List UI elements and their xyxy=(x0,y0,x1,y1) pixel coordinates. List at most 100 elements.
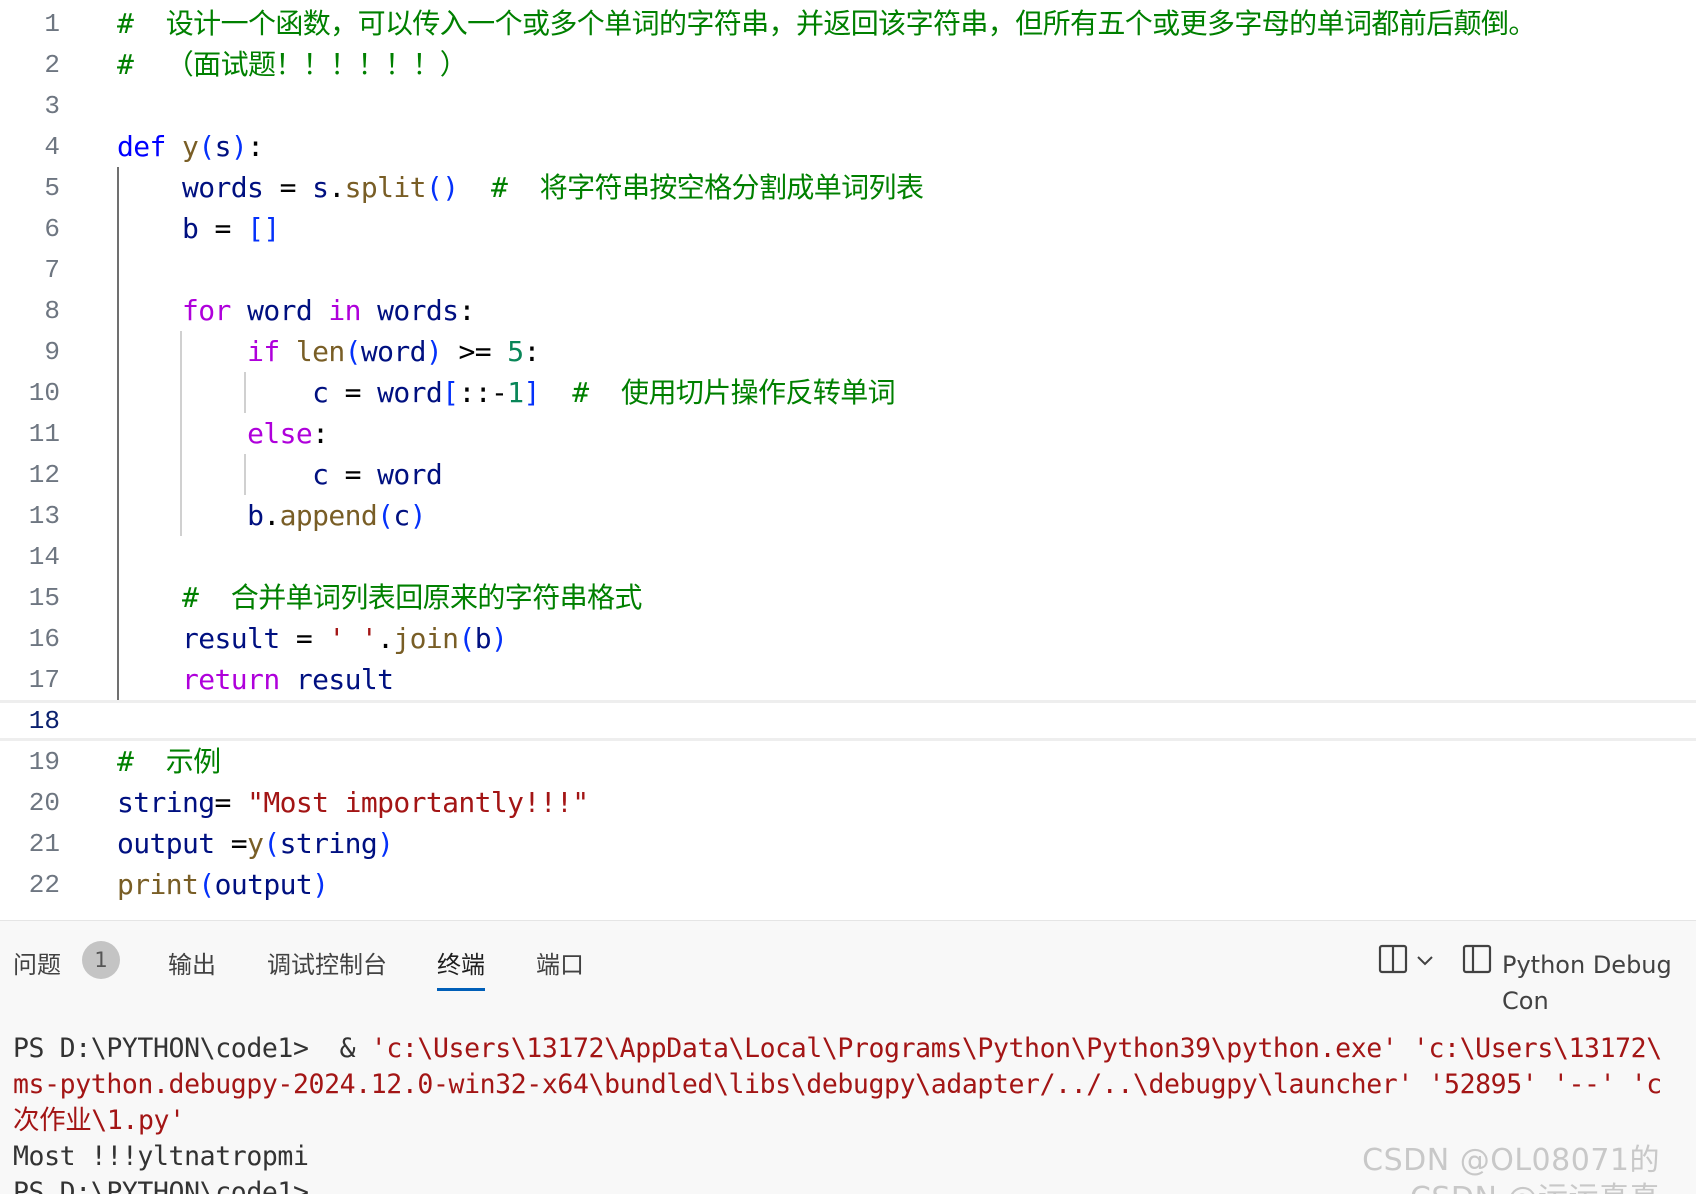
code-token: split xyxy=(344,171,427,204)
code-text: # （面试题！！！！！！） xyxy=(117,46,468,84)
code-token: ] xyxy=(523,376,540,409)
code-token: c xyxy=(312,458,329,491)
line-number: 7 xyxy=(44,255,60,285)
terminal-selector[interactable]: Python Debug Con xyxy=(1502,947,1696,1019)
line-number: 21 xyxy=(28,829,60,859)
code-token: = xyxy=(263,171,313,204)
code-editor[interactable]: 1 # 设计一个函数，可以传入一个或多个单词的字符串，并返回该字符串，但所有五个或… xyxy=(0,0,1696,920)
tab-ports[interactable]: 端口 xyxy=(536,947,584,983)
tab-problems[interactable]: 问题 xyxy=(13,947,61,983)
split-editor-icon[interactable] xyxy=(1378,943,1408,979)
line-number: 9 xyxy=(44,337,60,367)
code-text: # 设计一个函数，可以传入一个或多个单词的字符串，并返回该字符串，但所有五个或更… xyxy=(117,5,1536,43)
code-token: : xyxy=(458,294,475,327)
code-token: word xyxy=(360,335,427,368)
code-line[interactable]: 20 string= "Most importantly!!!" xyxy=(0,782,1696,823)
code-token: ) xyxy=(230,130,248,163)
code-token: b xyxy=(182,212,199,245)
code-token: [] xyxy=(247,212,280,245)
code-token: # （面试题！！！！！！） xyxy=(117,48,468,81)
code-text: c = word[::-1] # 使用切片操作反转单词 xyxy=(117,374,896,412)
code-line[interactable]: 19 # 示例 xyxy=(0,741,1696,782)
tab-terminal-label: 终端 xyxy=(437,951,485,979)
code-line[interactable]: 5 words = s.split() # 将字符串按空格分割成单词列表 xyxy=(0,167,1696,208)
code-token: = xyxy=(214,786,248,819)
active-tab-indicator xyxy=(437,988,485,991)
code-line[interactable]: 2 # （面试题！！！！！！） xyxy=(0,44,1696,85)
code-line[interactable]: 14 xyxy=(0,536,1696,577)
code-line[interactable]: 15 # 合并单词列表回原来的字符串格式 xyxy=(0,577,1696,618)
code-token: len xyxy=(295,335,345,368)
code-line[interactable]: 21 output =y(string) xyxy=(0,823,1696,864)
code-line[interactable]: 10 c = word[::-1] # 使用切片操作反转单词 xyxy=(0,372,1696,413)
terminal-line: PS D:\PYTHON\code1> xyxy=(13,1175,309,1194)
line-number: 8 xyxy=(44,296,60,326)
code-line[interactable]: 1 # 设计一个函数，可以传入一个或多个单词的字符串，并返回该字符串，但所有五个或… xyxy=(0,3,1696,44)
code-token: : xyxy=(523,335,540,368)
code-token: ( xyxy=(458,622,475,655)
terminal-line: 次作业\1.py' xyxy=(13,1103,185,1139)
code-line[interactable]: 4 def y(s): xyxy=(0,126,1696,167)
code-token: c xyxy=(393,499,410,532)
bottom-panel: 问题 1 输出 调试控制台 终端 端口 Python Debug Con PS … xyxy=(0,920,1696,1194)
code-token: else xyxy=(247,417,313,450)
line-number: 2 xyxy=(44,50,60,80)
code-text: string= "Most importantly!!!" xyxy=(117,784,589,822)
indent-guide xyxy=(244,372,246,413)
terminal-panel-icon[interactable] xyxy=(1462,943,1492,979)
line-number: 20 xyxy=(28,788,60,818)
code-token: print xyxy=(117,868,199,901)
code-line[interactable]: 11 else: xyxy=(0,413,1696,454)
code-line[interactable]: 9 if len(word) >= 5: xyxy=(0,331,1696,372)
code-text: else: xyxy=(117,415,329,453)
code-token: c xyxy=(312,376,329,409)
tab-output[interactable]: 输出 xyxy=(168,947,216,983)
code-line[interactable]: 16 result = ' '.join(b) xyxy=(0,618,1696,659)
line-number: 11 xyxy=(28,419,60,449)
terminal-line: PS D:\PYTHON\code1> & 'c:\Users\13172\Ap… xyxy=(13,1031,1662,1067)
code-token: ( xyxy=(377,499,394,532)
code-token: # 将字符串按空格分割成单词列表 xyxy=(490,171,924,204)
code-token: ( xyxy=(198,868,215,901)
code-token: "Most importantly!!!" xyxy=(247,786,589,819)
code-text: words = s.split() # 将字符串按空格分割成单词列表 xyxy=(117,169,924,207)
code-token: append xyxy=(279,499,378,532)
code-token: # 使用切片操作反转单词 xyxy=(572,376,896,409)
code-line[interactable]: 18 xyxy=(0,700,1696,741)
code-line[interactable]: 17 return result xyxy=(0,659,1696,700)
code-line[interactable]: 13 b.append(c) xyxy=(0,495,1696,536)
code-token: s xyxy=(312,171,329,204)
code-token: b xyxy=(474,622,492,655)
code-line[interactable]: 6 b = [] xyxy=(0,208,1696,249)
line-number: 18 xyxy=(28,706,60,736)
problems-count-badge: 1 xyxy=(82,941,120,979)
indent-guide xyxy=(117,167,119,700)
code-token: words xyxy=(182,171,264,204)
chevron-down-icon[interactable] xyxy=(1416,953,1434,972)
code-token: 1 xyxy=(507,376,524,409)
code-token: = xyxy=(279,622,329,655)
code-line[interactable]: 3 xyxy=(0,85,1696,126)
code-line[interactable]: 8 for word in words: xyxy=(0,290,1696,331)
tab-debug-console[interactable]: 调试控制台 xyxy=(267,947,387,983)
terminal-token: PS D:\PYTHON\code1> xyxy=(13,1177,309,1194)
code-line[interactable]: 7 xyxy=(0,249,1696,290)
code-token: ) xyxy=(377,827,394,860)
code-token: . xyxy=(263,499,280,532)
code-token: 5 xyxy=(507,335,524,368)
code-line[interactable]: 22 print(output) xyxy=(0,864,1696,905)
code-token: result xyxy=(295,663,394,696)
tab-terminal[interactable]: 终端 xyxy=(437,947,485,991)
code-line[interactable]: 12 c = word xyxy=(0,454,1696,495)
line-number: 1 xyxy=(44,9,60,39)
code-token: ( xyxy=(263,827,280,860)
